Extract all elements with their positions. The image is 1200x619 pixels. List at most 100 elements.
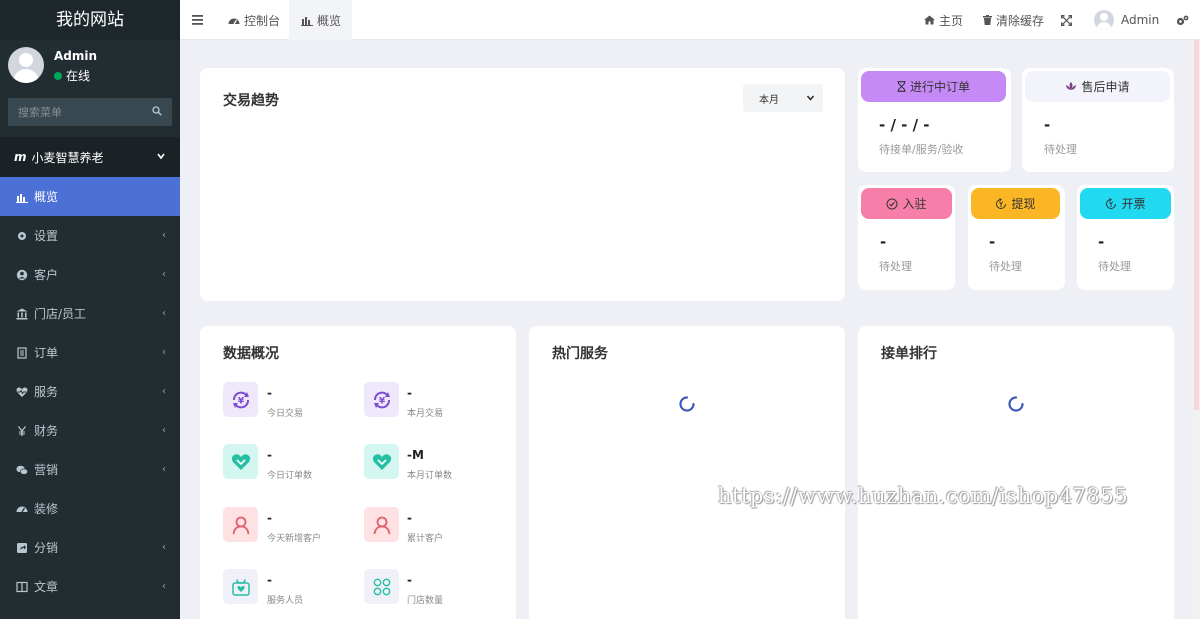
orders-in-progress-value: - / - / - (879, 116, 930, 134)
stat-label: 今日交易 (267, 409, 304, 419)
orders-in-progress-label: 进行中订单 (909, 80, 970, 94)
stat-icon-box (223, 569, 258, 604)
after-sale-pill[interactable]: 售后申请 (1025, 71, 1170, 102)
sidebar-item-finance[interactable]: 财务 ‹ (0, 411, 180, 450)
sidebar: 我的网站 Admin 在线 m 小麦智慧养老 概览 设置 ‹ 客户 ‹ 门店/员工 ‹ (0, 0, 180, 619)
withdraw-value: - (989, 233, 996, 251)
bar-chart-icon (16, 193, 28, 203)
stat-icon-box (364, 569, 399, 604)
menu-search (8, 98, 172, 126)
chevron-down-icon (806, 95, 815, 101)
chevron-left-icon: ‹ (162, 386, 166, 397)
sidebar-item-label: 装修 (34, 502, 59, 516)
trade-trend-title: 交易趋势 (223, 93, 279, 109)
sidebar-item-articles[interactable]: 文章 ‹ (0, 567, 180, 606)
chevron-left-icon: ‹ (162, 581, 166, 592)
sidebar-item-label: 客户 (34, 268, 59, 282)
after-sale-label: 售后申请 (1081, 80, 1130, 94)
home-link[interactable]: 主页 (924, 0, 963, 40)
chevron-left-icon: ‹ (162, 269, 166, 280)
tab-label: 概览 (317, 13, 342, 28)
data-overview-title: 数据概况 (223, 346, 279, 362)
join-pill[interactable]: 入驻 (861, 188, 952, 219)
stat-value: - (267, 448, 272, 462)
gears-icon (1176, 15, 1189, 25)
sidebar-item-label: 服务 (34, 385, 59, 399)
tab-overview[interactable]: 概览 (289, 0, 352, 40)
heart-icon (231, 453, 250, 470)
sidebar-group-label: 小麦智慧养老 (31, 150, 104, 165)
stat-icon-box (223, 444, 258, 479)
sidebar-item-settings[interactable]: 设置 ‹ (0, 216, 180, 255)
search-input[interactable] (8, 98, 148, 126)
home-label: 主页 (939, 13, 964, 28)
dashboard-icon (228, 18, 240, 25)
sidebar-item-distribution[interactable]: 分销 ‹ (0, 528, 180, 567)
stat-icon-box: ¥ (223, 382, 258, 417)
chevron-left-icon: ‹ (162, 425, 166, 436)
stat-label: 今天新增客户 (267, 534, 322, 544)
withdraw-card: 提现 - 待处理 (968, 185, 1065, 290)
stat-label: 服务人员 (267, 596, 304, 606)
user-menu[interactable]: Admin (1094, 0, 1159, 40)
stat-value: - (267, 511, 272, 525)
invoice-pill[interactable]: 开票 (1080, 188, 1171, 219)
heartbeat-icon (16, 387, 28, 397)
withdraw-pill[interactable]: 提现 (971, 188, 1060, 219)
invoice-value: - (1098, 233, 1105, 251)
user-panel: Admin 在线 (0, 40, 180, 92)
chevron-left-icon: ‹ (162, 308, 166, 319)
user-status-label: 在线 (66, 69, 91, 83)
heart-icon (372, 453, 391, 470)
sidebar-item-stores[interactable]: 门店/员工 ‹ (0, 294, 180, 333)
sidebar-group-xiaomai[interactable]: m 小麦智慧养老 (0, 137, 180, 177)
sidebar-item-label: 文章 (34, 580, 59, 594)
settings-button[interactable] (1176, 0, 1193, 40)
loading-spinner-icon (1008, 396, 1024, 412)
orders-in-progress-pill[interactable]: 进行中订单 (861, 71, 1006, 102)
stat-value: - (407, 511, 412, 525)
user-name: Admin (54, 49, 98, 63)
stat-value: - (407, 573, 412, 587)
sidebar-item-overview[interactable]: 概览 (0, 177, 180, 216)
sidebar-item-decoration[interactable]: 装修 (0, 489, 180, 528)
hourglass-icon (897, 81, 906, 92)
trash-icon (983, 15, 992, 25)
join-sub: 待处理 (879, 260, 912, 273)
user-icon (373, 516, 390, 534)
document-icon (17, 346, 27, 359)
after-sale-sub: 待处理 (1044, 143, 1077, 156)
watermark: https://www.huzhan.com/ishop47855 (718, 484, 1129, 508)
sidebar-item-customers[interactable]: 客户 ‹ (0, 255, 180, 294)
check-circle-icon (886, 198, 898, 209)
join-card: 入驻 - 待处理 (858, 185, 955, 290)
period-select[interactable]: 本月 (743, 84, 823, 112)
sidebar-item-marketing[interactable]: 营销 ‹ (0, 450, 180, 489)
bar-chart-icon (301, 16, 313, 26)
ranking-title: 接单排行 (881, 346, 937, 362)
period-select-value: 本月 (759, 94, 779, 106)
sidebar-item-orders[interactable]: 订单 ‹ (0, 333, 180, 372)
clear-cache-button[interactable]: 清除缓存 (983, 0, 1044, 40)
sidebar-item-label: 概览 (34, 190, 59, 204)
stat-value: -M (407, 448, 424, 462)
site-logo[interactable]: 我的网站 (0, 0, 180, 40)
sidebar-item-services[interactable]: 服务 ‹ (0, 372, 180, 411)
page-scrollbar[interactable] (1193, 40, 1200, 619)
stat-label: 本月交易 (407, 409, 444, 419)
bank-icon (16, 308, 28, 319)
m-logo-icon: m (14, 150, 27, 164)
withdraw-sub: 待处理 (989, 260, 1022, 273)
chevron-left-icon: ‹ (162, 542, 166, 553)
sidebar-toggle[interactable] (192, 0, 207, 40)
search-icon[interactable] (152, 106, 162, 116)
tab-dashboard[interactable]: 控制台 (228, 0, 280, 40)
scrollbar-thumb[interactable] (1194, 40, 1199, 410)
fullscreen-button[interactable] (1061, 0, 1076, 40)
user-icon (232, 516, 249, 534)
orders-in-progress-sub: 待接单/服务/验收 (879, 143, 964, 156)
chevron-down-icon (157, 153, 165, 160)
join-value: - (880, 233, 887, 251)
sidebar-menu: m 小麦智慧养老 概览 设置 ‹ 客户 ‹ 门店/员工 ‹ 订单 ‹ 服务 ‹ (0, 137, 180, 606)
user-status: 在线 (54, 67, 90, 84)
